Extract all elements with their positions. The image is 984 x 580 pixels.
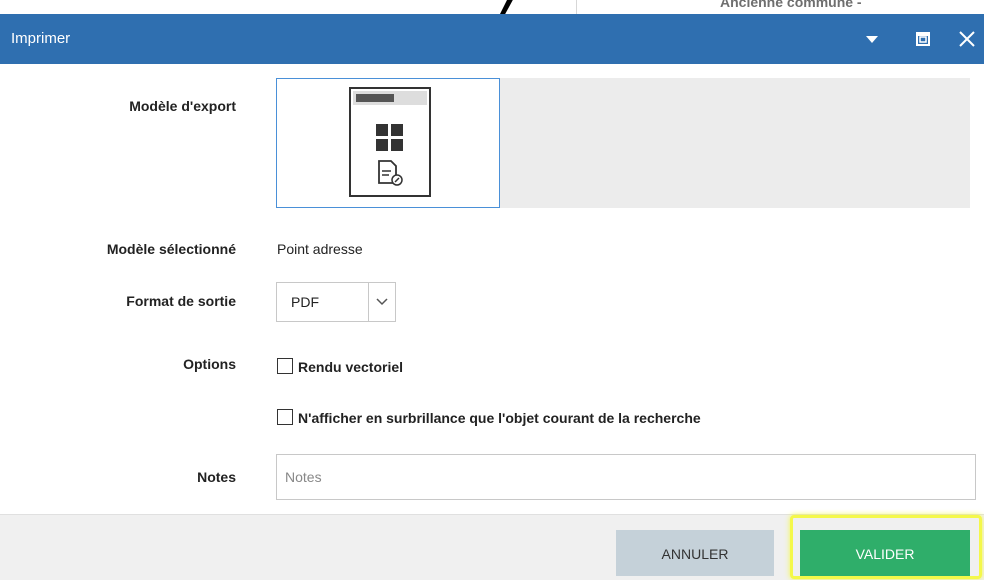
selected-model-value: Point adresse [277, 241, 363, 257]
notes-label: Notes [197, 469, 236, 485]
document-template-icon [349, 87, 431, 197]
background-app: Ancienne commune - [0, 0, 984, 18]
restore-window-icon[interactable] [912, 28, 934, 50]
highlight-current-checkbox[interactable] [277, 409, 293, 425]
output-format-label: Format de sortie [126, 293, 236, 309]
vector-render-checkbox[interactable] [277, 358, 293, 374]
document-edit-icon [378, 160, 403, 186]
validate-button-highlight [790, 515, 982, 579]
collapse-caret-icon[interactable] [861, 28, 883, 50]
background-field-label: Ancienne commune - [720, 0, 862, 10]
dialog-titlebar[interactable]: Imprimer [0, 14, 984, 64]
export-model-list [499, 78, 970, 208]
dialog-title: Imprimer [11, 30, 71, 47]
export-model-label: Modèle d'export [129, 98, 236, 114]
dialog-body: Modèle d'export Modèle sélectionné Point… [0, 64, 984, 514]
cancel-button[interactable]: ANNULER [616, 530, 774, 576]
vector-render-label[interactable]: Rendu vectoriel [298, 359, 403, 375]
close-icon[interactable] [956, 28, 978, 50]
options-label: Options [183, 356, 236, 372]
output-format-select[interactable]: PDF [276, 282, 396, 322]
highlight-current-label[interactable]: N'afficher en surbrillance que l'objet c… [298, 410, 701, 426]
notes-input[interactable] [276, 454, 976, 500]
output-format-value: PDF [291, 294, 319, 310]
background-divider [576, 0, 577, 14]
chevron-down-icon[interactable] [368, 283, 395, 321]
export-model-thumbnail[interactable] [276, 78, 500, 208]
selected-model-label: Modèle sélectionné [106, 241, 236, 257]
grid-icon [376, 124, 403, 151]
